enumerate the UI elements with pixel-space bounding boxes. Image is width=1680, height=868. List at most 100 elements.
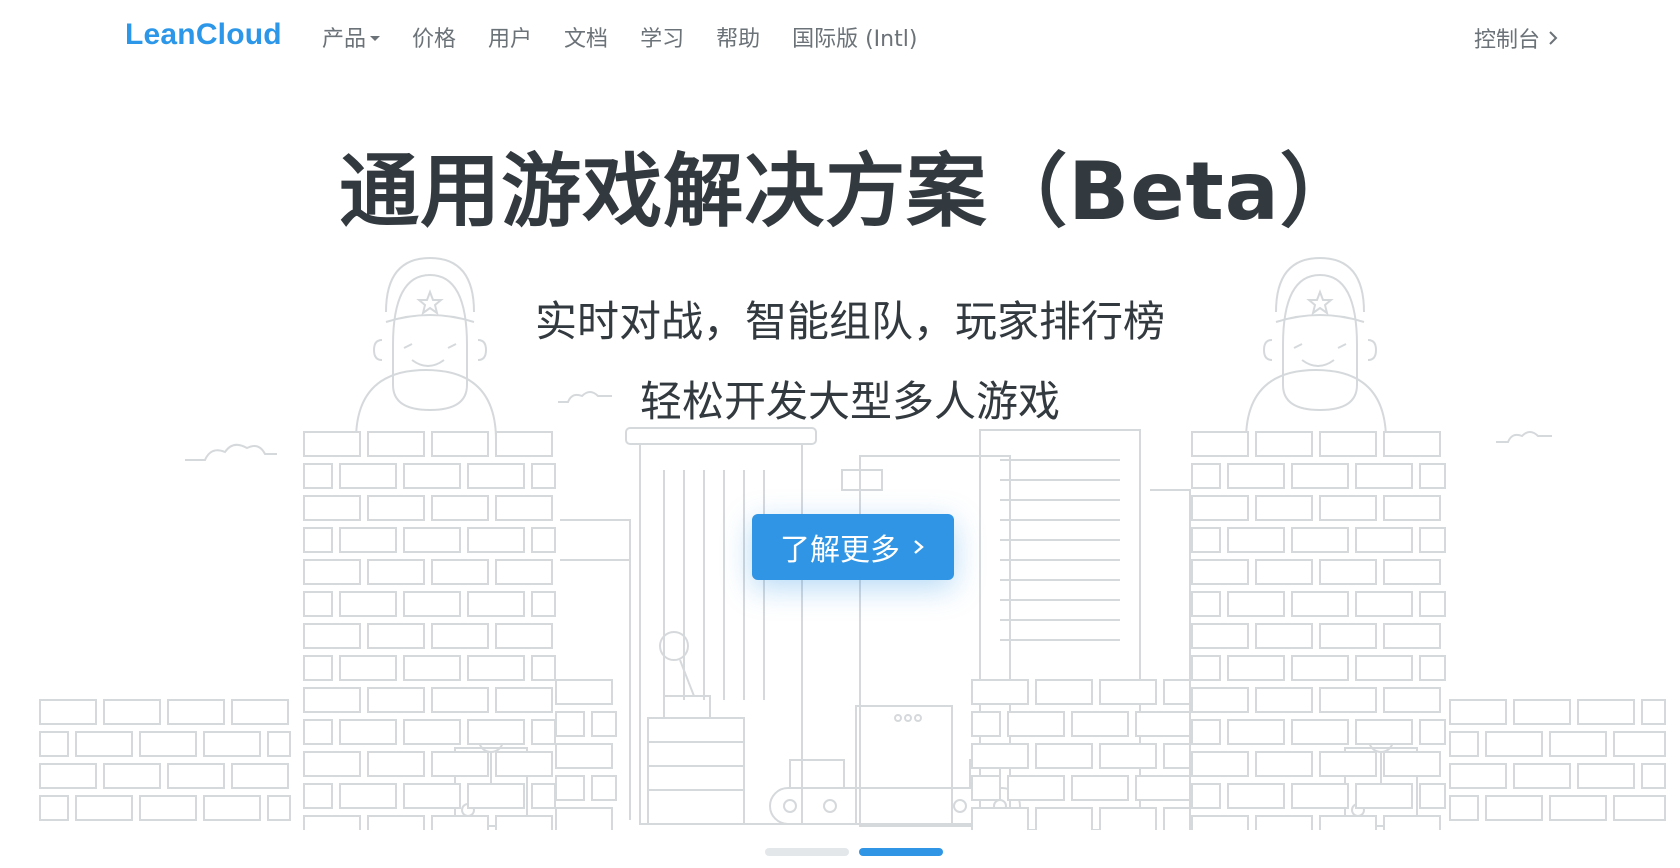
brick-wall-right — [1419, 783, 1446, 809]
nav-item-products[interactable]: 产品 — [322, 21, 381, 53]
brick-pile-left — [267, 731, 291, 757]
brick-wall-left — [339, 783, 397, 809]
nav-item-intl[interactable]: 国际版 (Intl) — [792, 21, 917, 53]
brick-wall-left — [431, 559, 489, 585]
brick-pile-right — [1449, 731, 1479, 757]
brick-pile-mid-left — [555, 679, 613, 705]
brick-pile-left — [139, 795, 197, 821]
main-nav: 产品 价格 用户 文档 学习 帮助 国际版 (Intl) — [322, 22, 949, 52]
brick-pile-right — [1613, 731, 1666, 757]
brick-wall-left — [431, 431, 489, 457]
cloud-right — [1496, 431, 1552, 443]
brick-wall-left — [303, 655, 333, 681]
brick-wall-right — [1191, 783, 1221, 809]
hero-subtitle-line1: 实时对战，智能组队，玩家排行榜 — [534, 297, 1165, 346]
brick-wall-right — [1355, 655, 1413, 681]
brick-wall-right — [1191, 719, 1221, 745]
brick-wall-left — [303, 527, 333, 553]
brick-wall-left — [303, 559, 361, 585]
brick-wall-right — [1255, 623, 1313, 649]
brick-wall-left — [495, 495, 553, 521]
brick-pile-center — [1007, 711, 1065, 737]
brick-wall-left — [467, 463, 525, 489]
brick-wall-right — [1355, 463, 1413, 489]
brick-wall-right — [1191, 559, 1249, 585]
brick-wall-right — [1255, 431, 1313, 457]
brick-pile-right — [1641, 763, 1666, 789]
brick-pile-right — [1485, 731, 1543, 757]
nav-item-customers[interactable]: 用户 — [488, 21, 532, 53]
nav-item-pricing[interactable]: 价格 — [412, 21, 456, 53]
brick-wall-right — [1319, 687, 1377, 713]
nav-item-help-label: 帮助 — [716, 27, 761, 52]
brick-wall-left — [467, 655, 525, 681]
brick-wall-right — [1191, 623, 1249, 649]
brick-pile-center — [1135, 775, 1191, 801]
brick-wall-right — [1191, 687, 1249, 713]
brick-pile-right — [1549, 731, 1607, 757]
brick-wall-right — [1419, 719, 1446, 745]
brick-pile-left — [231, 699, 289, 725]
brick-wall-left — [403, 527, 461, 553]
brick-wall-right — [1383, 687, 1441, 713]
brick-wall-left — [495, 815, 553, 830]
brick-wall-right — [1319, 751, 1377, 777]
brick-wall-right — [1319, 815, 1377, 830]
brick-pile-mid-left — [591, 711, 617, 737]
brick-wall-left — [367, 495, 425, 521]
brick-pile-center — [971, 807, 1029, 830]
brick-wall-left — [403, 719, 461, 745]
top-navbar: LeanCloud 产品 价格 用户 文档 学习 帮助 国际版 (Intl) 控… — [0, 0, 1680, 72]
brick-pile-right — [1449, 699, 1507, 725]
brick-pile-mid-left — [555, 775, 585, 801]
brick-wall-right — [1227, 463, 1285, 489]
brick-wall-right — [1227, 719, 1285, 745]
brick-wall-left — [339, 655, 397, 681]
brick-pile-center — [1071, 775, 1129, 801]
brick-wall-left — [367, 431, 425, 457]
carousel-dot[interactable] — [765, 848, 849, 856]
brick-pile-left — [39, 731, 69, 757]
nav-item-help[interactable]: 帮助 — [716, 21, 760, 53]
brick-wall-right — [1419, 591, 1446, 617]
brick-wall-right — [1419, 463, 1446, 489]
console-link[interactable]: 控制台 — [1474, 22, 1560, 54]
brick-wall-left — [303, 751, 361, 777]
nav-item-docs[interactable]: 文档 — [564, 21, 608, 53]
brick-wall-right — [1227, 783, 1285, 809]
brick-pile-right — [1513, 699, 1571, 725]
brick-wall-left — [339, 719, 397, 745]
brick-pile-right — [1513, 763, 1571, 789]
brick-pile-left — [167, 699, 225, 725]
brick-pile-left — [167, 763, 225, 789]
nav-item-products-label: 产品 — [322, 27, 367, 52]
carousel-indicators — [765, 848, 953, 856]
joystick-center — [647, 631, 745, 825]
brick-wall-right — [1383, 559, 1441, 585]
nav-item-learn[interactable]: 学习 — [640, 21, 684, 53]
learn-more-button[interactable]: 了解更多 — [752, 514, 954, 580]
brick-pile-center — [1163, 743, 1191, 769]
brick-wall-right — [1191, 591, 1221, 617]
brick-pile-right — [1549, 795, 1607, 821]
brick-wall-right — [1383, 431, 1441, 457]
brick-wall-left — [531, 527, 556, 553]
brick-wall-right — [1383, 751, 1441, 777]
chevron-right-icon — [914, 540, 924, 554]
leancloud-logo[interactable]: LeanCloud — [125, 18, 282, 52]
brick-wall-left — [303, 591, 333, 617]
brick-wall-left — [495, 431, 553, 457]
carousel-dot[interactable] — [859, 848, 943, 856]
brick-wall-left — [339, 591, 397, 617]
brick-pile-center — [971, 775, 1001, 801]
brick-wall-right — [1291, 783, 1349, 809]
brick-wall-left — [467, 783, 525, 809]
brick-wall-left — [495, 687, 553, 713]
hero-subtitle-line2: 轻松开发大型多人游戏 — [639, 377, 1060, 426]
brick-pile-center — [1163, 679, 1191, 705]
brick-wall-right — [1291, 655, 1349, 681]
brick-wall-left — [531, 463, 556, 489]
brick-wall-left — [367, 623, 425, 649]
brick-pile-mid-left — [555, 711, 585, 737]
brick-pile-left — [103, 699, 161, 725]
